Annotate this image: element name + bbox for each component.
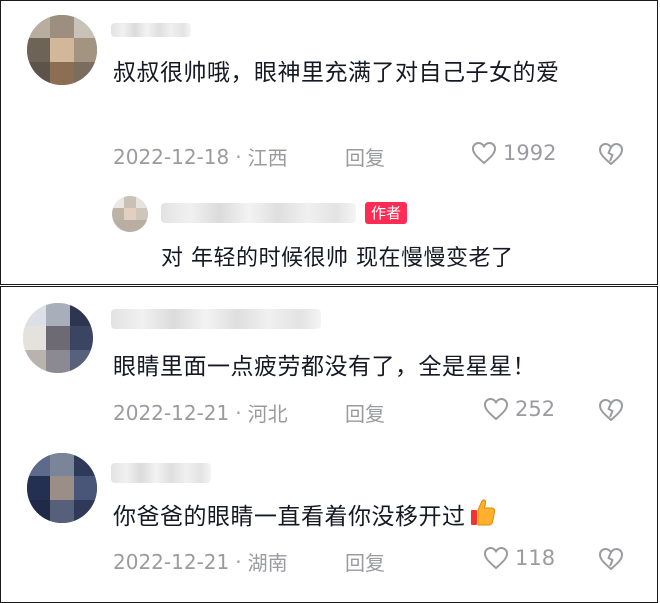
separator: · — [235, 400, 242, 425]
like-button[interactable]: 118 — [483, 546, 555, 570]
dislike-button[interactable] — [598, 142, 624, 166]
avatar[interactable] — [23, 303, 93, 373]
comment-panel-2: 眼睛里面一点疲劳都没有了，全是星星！ 2022-12-21 · 河北 回复 25… — [0, 286, 658, 603]
comment-date: 2022-12-21 — [113, 549, 230, 574]
username-blurred[interactable] — [111, 309, 321, 329]
author-tag: 作者 — [365, 202, 408, 224]
comment-meta: 2022-12-21 · 河北 — [113, 398, 288, 427]
comment-date: 2022-12-18 — [113, 144, 230, 169]
avatar[interactable] — [27, 453, 97, 523]
heart-icon — [483, 546, 509, 570]
comment-location: 江西 — [247, 146, 288, 170]
comment-text: 眼睛里面一点疲劳都没有了，全是星星！ — [113, 354, 536, 380]
comment-text: 你爸爸的眼睛一直看着你没移开过 — [113, 497, 633, 538]
broken-heart-icon — [598, 142, 624, 166]
comment-text-body: 你爸爸的眼睛一直看着你没移开过 — [113, 504, 466, 530]
like-count: 118 — [515, 546, 556, 570]
dislike-button[interactable] — [598, 547, 624, 571]
comment-location: 河北 — [247, 402, 288, 426]
separator: · — [235, 549, 242, 574]
like-count: 1992 — [503, 141, 557, 165]
broken-heart-icon — [598, 398, 624, 422]
dislike-button[interactable] — [598, 398, 624, 422]
thumbs-up-icon — [468, 497, 498, 538]
comment-meta: 2022-12-21 · 湖南 — [113, 547, 288, 576]
comment-panel-1: 叔叔很帅哦，眼神里充满了对自己子女的爱 2022-12-18 · 江西 回复 1… — [0, 0, 658, 285]
reply-text: 对 年轻的时候很帅 现在慢慢变老了 — [161, 246, 514, 271]
heart-icon — [471, 141, 497, 165]
broken-heart-icon — [598, 547, 624, 571]
reply-avatar[interactable] — [112, 196, 148, 232]
separator: · — [235, 144, 242, 169]
reply-button[interactable]: 回复 — [345, 398, 385, 427]
heart-icon — [483, 397, 509, 421]
reply-button[interactable]: 回复 — [345, 547, 385, 576]
like-button[interactable]: 252 — [483, 397, 555, 421]
username-blurred[interactable] — [111, 23, 191, 37]
avatar[interactable] — [27, 15, 97, 85]
comment-text: 叔叔很帅哦，眼神里充满了对自己子女的爱 — [113, 60, 560, 86]
like-button[interactable]: 1992 — [471, 141, 556, 165]
reply-username-blurred[interactable] — [161, 203, 356, 223]
comment-date: 2022-12-21 — [113, 400, 230, 425]
reply-button[interactable]: 回复 — [345, 142, 385, 171]
like-count: 252 — [515, 397, 556, 421]
username-blurred[interactable] — [111, 463, 211, 483]
comment-location: 湖南 — [247, 551, 288, 575]
comment-meta: 2022-12-18 · 江西 — [113, 142, 288, 171]
